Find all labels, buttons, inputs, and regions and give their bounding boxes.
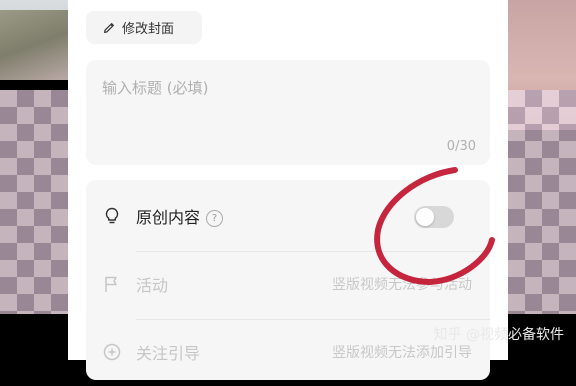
lightbulb-icon	[105, 207, 119, 224]
follow-guide-row[interactable]: 关注引导 竖版视频无法添加引导	[86, 318, 490, 386]
flag-icon	[105, 276, 117, 292]
title-placeholder: 输入标题 (必填)	[102, 79, 209, 97]
original-content-row: 原创内容?	[86, 182, 490, 252]
options-card: 原创内容? 活动 竖版视频无法参与活动 关注引导 竖版视频无法添加引导	[86, 180, 490, 380]
plus-circle-icon	[103, 343, 121, 361]
pencil-icon	[104, 22, 114, 33]
watermark: 知乎 @视频必备软件	[433, 327, 564, 343]
help-icon[interactable]: ?	[206, 210, 224, 227]
activity-status: 竖版视频无法参与活动	[332, 277, 472, 293]
edit-cover-button[interactable]: 修改封面	[86, 11, 202, 44]
toggle-knob	[416, 208, 434, 226]
follow-guide-label: 关注引导	[136, 344, 201, 363]
activity-row[interactable]: 活动 竖版视频无法参与活动	[86, 250, 490, 320]
edit-cover-label: 修改封面	[122, 22, 175, 37]
title-input[interactable]: 输入标题 (必填) 0/30	[86, 60, 490, 165]
title-char-counter: 0/30	[446, 139, 476, 154]
original-content-label: 原创内容	[136, 208, 201, 227]
video-background-left	[0, 0, 68, 314]
follow-guide-status: 竖版视频无法添加引导	[332, 345, 472, 361]
video-background-right	[508, 0, 576, 314]
publish-form-panel: 修改封面 输入标题 (必填) 0/30 原创内容? 活动 竖版视频无法参与活动	[68, 0, 508, 380]
activity-label: 活动	[136, 276, 169, 295]
original-content-toggle[interactable]	[414, 206, 454, 228]
